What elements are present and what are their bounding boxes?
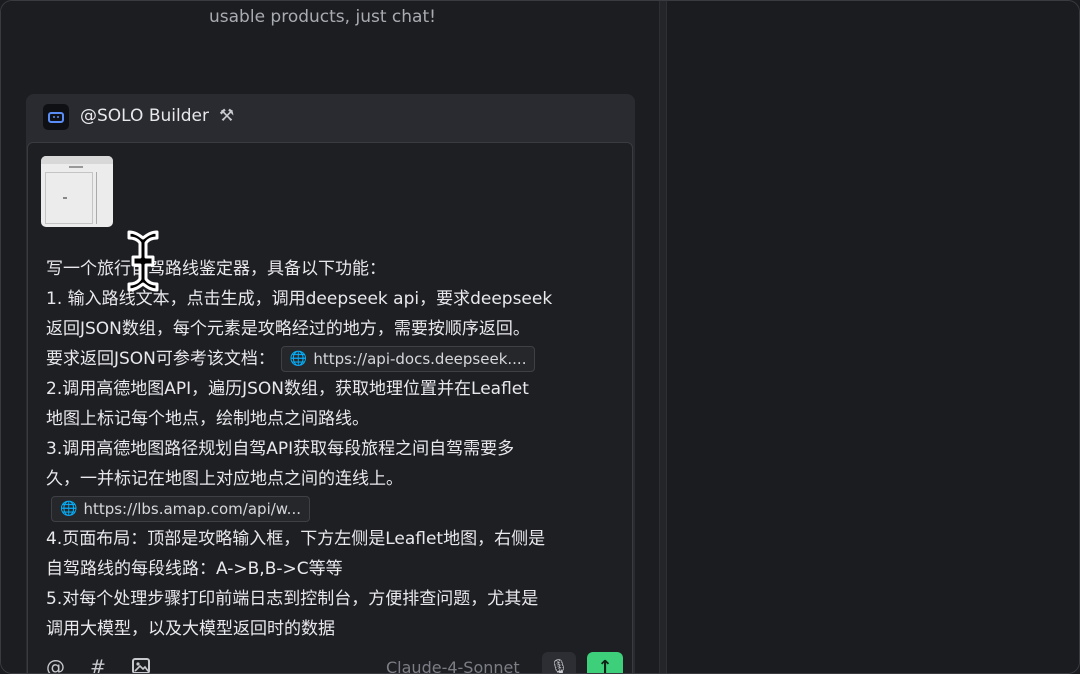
agent-screen-icon [43, 104, 69, 130]
link-text: https://lbs.amap.com/api/w... [83, 500, 301, 518]
mic-icon: 🎙 [549, 658, 569, 674]
prompt-input[interactable]: 写一个旅行自驾路线鉴定器，具备以下功能： 1. 输入路线文本，点击生成，调用de… [27, 142, 634, 674]
chat-pane: usable products, just chat! @SOLO Builde… [1, 1, 659, 674]
prompt-text[interactable]: 写一个旅行自驾路线鉴定器，具备以下功能： 1. 输入路线文本，点击生成，调用de… [46, 254, 626, 644]
image-icon[interactable] [131, 656, 151, 673]
prompt-line: 2.调用高德地图API，遍历JSON数组，获取地理位置并在Leaflet [46, 379, 529, 399]
mention-icon[interactable]: @ [46, 656, 65, 673]
agent-name[interactable]: @SOLO Builder [80, 106, 209, 126]
prompt-line: 3.调用高德地图路径规划自驾API获取每段旅程之间自驾需要多 [46, 439, 515, 459]
composer-header: @SOLO Builder ⚒ [26, 94, 635, 142]
previous-message-text: usable products, just chat! [209, 7, 436, 27]
globe-icon: 🌐 [60, 501, 78, 517]
prompt-line: 地图上标记每个地点，绘制地点之间路线。 [46, 409, 369, 429]
prompt-line: 久，一并标记在地图上对应地点之间的连线上。 [46, 469, 403, 489]
prompt-line: 要求返回JSON可参考该文档： [46, 349, 275, 369]
send-button[interactable]: ↑ [587, 652, 623, 674]
hash-icon[interactable]: # [90, 656, 106, 673]
mic-button[interactable]: 🎙 [542, 652, 576, 674]
pane-divider[interactable] [659, 1, 667, 673]
preview-pane [667, 1, 1079, 673]
link-text: https://api-docs.deepseek.... [313, 350, 527, 368]
composer-toolbar: @ # Claude-4-Sonnet 🎙 ↑ [28, 648, 634, 674]
composer-card: @SOLO Builder ⚒ 写一个旅行自驾路线鉴定器，具备以下功能： 1. … [26, 94, 635, 674]
amap-api-link[interactable]: 🌐 https://lbs.amap.com/api/w... [51, 496, 310, 522]
prompt-line: 自驾路线的每段线路：A->B,B->C等等 [46, 559, 343, 579]
tools-icon[interactable]: ⚒ [219, 106, 234, 126]
globe-icon: 🌐 [289, 351, 308, 367]
prompt-line: 调用大模型，以及大模型返回时的数据 [46, 619, 335, 639]
deepseek-docs-link[interactable]: 🌐 https://api-docs.deepseek.... [280, 346, 536, 372]
link-line: 🌐 https://lbs.amap.com/api/w... [46, 494, 626, 524]
model-selector[interactable]: Claude-4-Sonnet [386, 658, 520, 673]
attachment-thumbnail[interactable] [41, 156, 113, 227]
arrow-up-icon: ↑ [597, 656, 613, 674]
prompt-line-with-link: 要求返回JSON可参考该文档： 🌐 https://api-docs.deepsee… [46, 344, 626, 374]
text-cursor-icon [127, 230, 159, 292]
prompt-line: 5.对每个处理步骤打印前端日志到控制台，方便排查问题，尤其是 [46, 589, 539, 609]
app-window: usable products, just chat! @SOLO Builde… [0, 0, 1080, 674]
prompt-line: 返回JSON数组，每个元素是攻略经过的地方，需要按顺序返回。 [46, 319, 530, 339]
prompt-line: 4.页面布局：顶部是攻略输入框，下方左侧是Leaflet地图，右侧是 [46, 529, 546, 549]
